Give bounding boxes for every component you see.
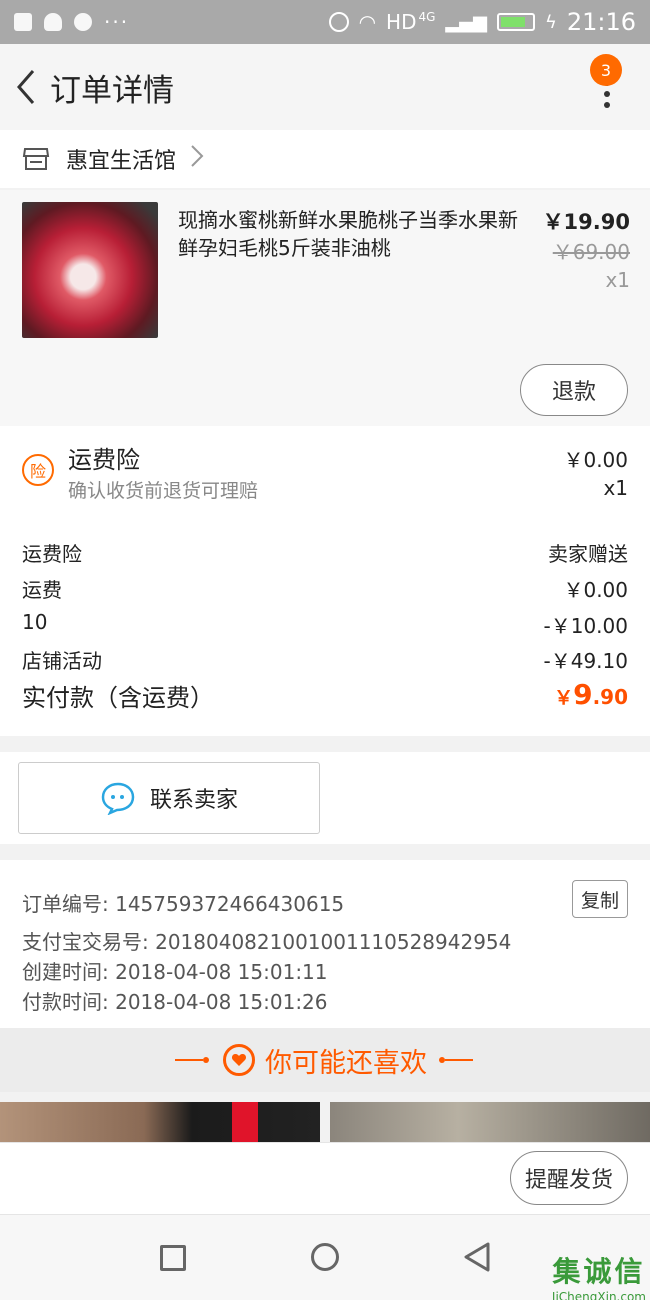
summary-value: ￥0.00 <box>563 578 628 602</box>
charging-icon: ϟ <box>544 11 557 33</box>
summary-value: -￥10.00 <box>543 614 628 638</box>
total-integer: 9 <box>573 678 593 711</box>
network-sub: 4G <box>418 10 436 24</box>
summary-label: 运费 <box>22 578 62 602</box>
more-notifications-icon: ··· <box>104 10 130 34</box>
order-info: 订单编号: 145759372466430615 支付宝交易号: 2018040… <box>0 860 650 1028</box>
summary-row-insurance: 运费险 卖家赠送 <box>22 538 628 567</box>
shop-icon <box>22 148 50 170</box>
recent-apps-icon[interactable] <box>160 1245 186 1271</box>
chat-bubble-icon <box>101 782 135 815</box>
summary-row-shipping: 运费 ￥0.00 <box>22 574 628 603</box>
product-original-price: ￥69.00 <box>552 240 630 264</box>
paid-time: 付款时间: 2018-04-08 15:01:26 <box>22 990 328 1014</box>
product-title: 现摘水蜜桃新鲜水果脆桃子当季水果新鲜孕妇毛桃5斤装非油桃 <box>178 208 518 260</box>
summary-label: 运费险 <box>22 542 82 566</box>
remind-shipping-button[interactable]: 提醒发货 <box>510 1151 628 1205</box>
total-amount: ￥9.90 <box>554 678 628 713</box>
contact-seller-button[interactable]: 联系卖家 <box>18 762 320 834</box>
signal-icon: ▂▄▆ <box>445 11 487 33</box>
summary-value: -￥49.10 <box>543 649 628 673</box>
clock: 21:16 <box>566 8 636 36</box>
product-card[interactable]: 现摘水蜜桃新鲜水果脆桃子当季水果新鲜孕妇毛桃5斤装非油桃 ￥19.90 ￥69.… <box>0 190 650 426</box>
total-label: 实付款（含运费） <box>22 684 214 712</box>
summary-label: 10 <box>22 610 48 634</box>
summary-row-shop-activity: 店铺活动 -￥49.10 <box>22 645 628 674</box>
recommend-item-image[interactable] <box>330 1102 650 1142</box>
alarm-icon <box>328 12 349 32</box>
network-type: HD <box>386 10 417 34</box>
insurance-icon: 险 <box>22 454 54 486</box>
upload-icon <box>74 13 92 31</box>
watermark-url: JiChengXin.com <box>551 1290 646 1300</box>
chevron-right-icon <box>190 144 204 174</box>
recommend-header: 你可能还喜欢 <box>0 1028 650 1092</box>
copy-button[interactable]: 复制 <box>572 880 628 918</box>
status-bar: ··· ◠ HD 4G ▂▄▆ ϟ 21:16 <box>0 0 650 44</box>
product-quantity: x1 <box>605 268 630 292</box>
notification-badge: 3 <box>590 54 622 86</box>
insurance-amount: ￥0.00 <box>563 448 628 472</box>
summary-row-coupon: 10 -￥10.00 <box>22 610 628 639</box>
total-currency: ￥ <box>554 687 574 709</box>
shop-name: 惠宜生活馆 <box>66 149 177 174</box>
recommend-title: 你可能还喜欢 <box>265 1047 427 1079</box>
watermark-logo: 集诚信 JiChengXin.com <box>552 1250 646 1300</box>
heart-icon <box>223 1044 255 1076</box>
contact-section: 联系卖家 <box>0 752 650 844</box>
insurance-quantity: x1 <box>603 476 628 500</box>
summary-label: 店铺活动 <box>22 649 102 673</box>
back-triangle-icon[interactable] <box>462 1241 492 1273</box>
back-arrow-icon[interactable] <box>6 67 46 107</box>
summary-value: 卖家赠送 <box>548 542 628 566</box>
title-bar: 订单详情 3 <box>0 44 650 130</box>
product-price: ￥19.90 <box>542 210 630 234</box>
recommend-item-image[interactable] <box>0 1102 320 1142</box>
order-summary: 险 运费险 确认收货前退货可理赔 ￥0.00 x1 运费险 卖家赠送 运费 ￥0… <box>0 426 650 736</box>
created-time: 创建时间: 2018-04-08 15:01:11 <box>22 960 328 984</box>
alipay-number: 支付宝交易号: 2018040821001001110528942954 <box>22 930 512 954</box>
divider-left <box>175 1057 211 1063</box>
watermark-text: 集诚信 <box>552 1255 646 1288</box>
refund-button[interactable]: 退款 <box>520 364 628 416</box>
home-icon[interactable] <box>311 1243 339 1271</box>
product-image[interactable] <box>22 202 158 338</box>
page-title: 订单详情 <box>50 72 174 109</box>
battery-icon <box>496 13 535 31</box>
shield-icon <box>44 13 62 31</box>
contact-seller-label: 联系卖家 <box>149 788 238 813</box>
wifi-icon: ◠ <box>358 10 377 34</box>
divider-right <box>439 1057 475 1063</box>
bottom-action-bar: 提醒发货 <box>0 1142 650 1214</box>
gallery-icon <box>14 13 32 31</box>
insurance-subtitle: 确认收货前退货可理赔 <box>68 480 259 502</box>
more-menu-button[interactable]: 3 <box>578 54 622 114</box>
summary-row-total: 实付款（含运费） ￥9.90 <box>22 678 628 713</box>
total-decimal: .90 <box>592 685 628 709</box>
order-number: 订单编号: 145759372466430615 <box>22 892 345 916</box>
insurance-title: 运费险 <box>68 446 140 474</box>
shop-row[interactable]: 惠宜生活馆 <box>0 130 650 188</box>
